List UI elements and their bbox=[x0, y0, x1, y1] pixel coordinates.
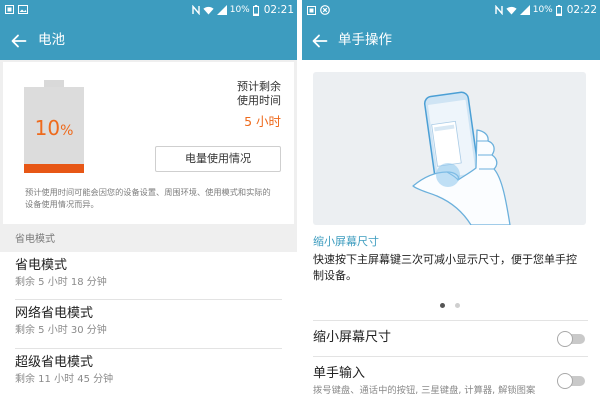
feature-description: 快速按下主屏幕键三次可减小显示尺寸，便于您单手控制设备。 bbox=[313, 253, 577, 282]
remaining-time-label-line2: 使用时间 bbox=[237, 94, 281, 107]
toggle-knob bbox=[557, 331, 573, 347]
image-icon bbox=[18, 5, 28, 14]
setting-row-one-handed-input[interactable]: 单手输入 拨号键盘、通话中的按钮, 三星键盘, 计算器, 解锁图案 bbox=[302, 357, 600, 400]
system-status: 10% 02:22 bbox=[495, 0, 597, 20]
arrow-left-icon bbox=[312, 33, 328, 52]
status-battery-text: 10% bbox=[229, 5, 250, 15]
wifi-icon bbox=[203, 5, 214, 15]
remaining-time-label-line1: 预计剩余 bbox=[237, 80, 281, 93]
power-mode-remaining: 剩余 5 小时 18 分钟 bbox=[15, 277, 107, 288]
power-mode-title: 省电模式 bbox=[15, 258, 68, 273]
battery-graphic: 10% bbox=[24, 87, 84, 173]
pager-dots bbox=[302, 302, 598, 308]
power-mode-item[interactable]: 省电模式 剩余 5 小时 18 分钟 bbox=[0, 252, 297, 299]
nfc-icon bbox=[495, 5, 503, 15]
status-time: 02:21 bbox=[263, 4, 294, 16]
page-title: 单手操作 bbox=[338, 32, 392, 48]
screenshot-notification-icon bbox=[5, 5, 14, 14]
status-bar: 10% 02:21 bbox=[0, 0, 297, 20]
back-button[interactable] bbox=[312, 33, 330, 48]
signal-icon bbox=[216, 5, 227, 15]
signal-icon bbox=[519, 5, 530, 15]
power-mode-item[interactable]: 网络省电模式 剩余 5 小时 30 分钟 bbox=[0, 300, 297, 348]
battery-percent: 10% bbox=[24, 116, 84, 143]
one-handed-screen: 10% 02:22 单手操作 缩小屏幕尺寸 快速按下主屏幕键三次可减小显示尺寸，… bbox=[302, 0, 600, 400]
system-status: 10% 02:21 bbox=[192, 0, 294, 20]
pager-dot[interactable] bbox=[440, 302, 445, 308]
power-mode-title: 超级省电模式 bbox=[15, 355, 94, 370]
power-mode-remaining: 剩余 5 小时 30 分钟 bbox=[15, 325, 107, 336]
app-bar: 电池 bbox=[0, 20, 297, 60]
power-mode-title: 网络省电模式 bbox=[15, 306, 94, 321]
one-handed-illustration[interactable] bbox=[313, 72, 586, 225]
notification-icons bbox=[5, 5, 28, 14]
power-mode-remaining: 剩余 11 小时 45 分钟 bbox=[15, 374, 114, 385]
circle-x-icon bbox=[320, 5, 330, 15]
estimate-disclaimer: 预计使用时间可能会因您的设备设置、周围环境、使用模式和实际的设备使用情况而异。 bbox=[25, 187, 271, 209]
battery-tip bbox=[44, 80, 64, 87]
setting-title: 单手输入 bbox=[313, 366, 366, 381]
toggle-knob bbox=[557, 373, 573, 389]
notification-icons bbox=[307, 5, 330, 15]
hand-holding-phone-illustration bbox=[412, 91, 511, 225]
battery-percent-value: 10 bbox=[34, 116, 61, 140]
battery-screen: 10% 02:21 电池 10% 预计剩余 使用时间 5 小时 电量使用情况 预… bbox=[0, 0, 297, 400]
battery-percent-unit: % bbox=[60, 123, 74, 139]
battery-status-icon bbox=[252, 4, 259, 16]
page-title: 电池 bbox=[38, 32, 65, 48]
status-bar: 10% 02:22 bbox=[302, 0, 600, 20]
power-mode-item[interactable]: 超级省电模式 剩余 11 小时 45 分钟 bbox=[0, 349, 297, 400]
setting-title: 缩小屏幕尺寸 bbox=[313, 330, 392, 345]
setting-subtitle: 拨号键盘、通话中的按钮, 三星键盘, 计算器, 解锁图案 bbox=[313, 385, 536, 396]
setting-row-reduce-screen-size[interactable]: 缩小屏幕尺寸 bbox=[302, 321, 600, 356]
battery-status-icon bbox=[555, 4, 562, 16]
screenshot-notification-icon bbox=[307, 5, 316, 15]
battery-card: 10% 预计剩余 使用时间 5 小时 电量使用情况 预计使用时间可能会因您的设备… bbox=[3, 62, 294, 224]
reduce-screen-size-toggle[interactable] bbox=[557, 331, 587, 347]
status-time: 02:22 bbox=[566, 4, 597, 16]
battery-fill bbox=[24, 164, 84, 173]
one-handed-input-toggle[interactable] bbox=[557, 373, 587, 389]
back-button[interactable] bbox=[11, 33, 29, 48]
remaining-time-value: 5 小时 bbox=[244, 114, 281, 129]
home-key-press-highlight bbox=[436, 163, 460, 187]
battery-usage-button[interactable]: 电量使用情况 bbox=[155, 146, 281, 172]
nfc-icon bbox=[192, 5, 200, 15]
app-bar: 单手操作 bbox=[302, 20, 600, 60]
status-battery-text: 10% bbox=[532, 5, 553, 15]
feature-title: 缩小屏幕尺寸 bbox=[313, 235, 379, 248]
arrow-left-icon bbox=[11, 33, 27, 52]
pager-dot[interactable] bbox=[455, 302, 460, 308]
wifi-icon bbox=[506, 5, 517, 15]
power-mode-list: 省电模式 剩余 5 小时 18 分钟 网络省电模式 剩余 5 小时 30 分钟 … bbox=[0, 252, 297, 400]
section-header: 省电模式 bbox=[15, 234, 55, 245]
